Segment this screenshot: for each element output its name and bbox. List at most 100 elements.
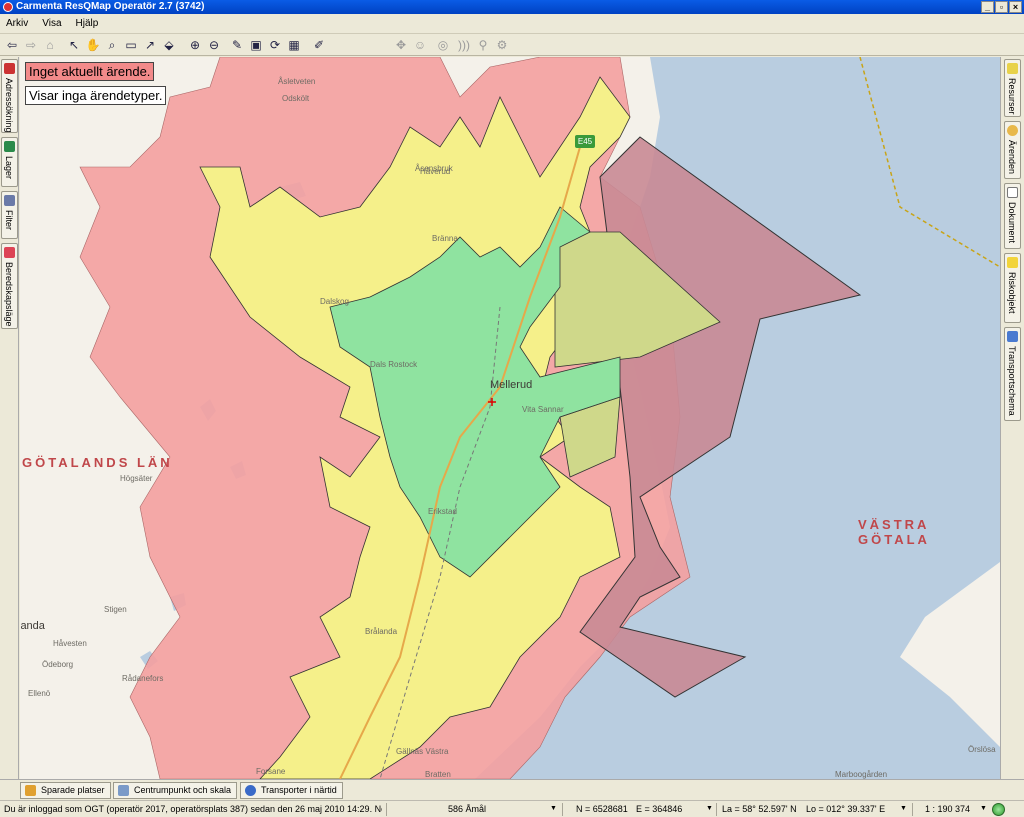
east-coordinate: E = 364846 [636,804,683,814]
north-coordinate: N = 6528681 [576,804,628,814]
municipality-field[interactable]: 586 Åmål [448,801,548,817]
separator [386,803,387,816]
tab-label: Transporter i närtid [261,785,337,795]
no-case-types-notice: Visar inga ärendetyper. [25,86,167,105]
place-label: Marboogården [835,770,888,779]
person-locate-icon[interactable]: ☺ [411,36,429,54]
window-title: Carmenta ResQMap Operatör 2.7 (3742) [16,1,205,12]
resource-settings-icon[interactable]: ⚙ [493,36,511,54]
place-label: Dalskog [320,297,349,306]
signal-icon[interactable]: ◎ [434,36,452,54]
place-label: Stigen [104,605,127,614]
tab-label: Dokument [1007,202,1017,244]
tab-label: Ärenden [1007,140,1017,175]
document-icon [1007,187,1018,198]
tab-label: Filter [4,210,14,230]
tab-transporter-i-nartid[interactable]: Transporter i närtid [240,782,343,799]
tab-filter[interactable]: Filter [1,191,18,239]
map-view[interactable]: Inget aktuellt ärende. Visar inga ärende… [20,57,1000,779]
forward-arrow-icon[interactable]: ⇨ [22,36,40,54]
filter-icon [4,195,15,206]
town-label-center: Mellerud [490,379,533,391]
zoom-in-icon[interactable]: ⊕ [186,36,204,54]
menu-visa[interactable]: Visa [42,18,61,29]
chevron-down-icon[interactable]: ▼ [706,801,713,817]
place-label: Forsane [256,767,286,776]
refresh-map-icon[interactable]: ⟳ [266,36,284,54]
chevron-down-icon[interactable]: ▼ [550,801,557,817]
tab-label: Riskobjekt [1007,272,1017,314]
zoom-out-icon[interactable]: ⊖ [205,36,223,54]
tab-dokument[interactable]: Dokument [1004,183,1021,249]
eraser-icon[interactable]: ✐ [310,36,328,54]
close-button[interactable]: × [1009,1,1022,13]
place-label: Håvesten [53,639,87,648]
tab-adressokning[interactable]: Adressökning [1,59,18,133]
zoom-box-icon[interactable]: ⌕ [103,36,121,54]
chevron-down-icon[interactable]: ▼ [980,801,987,817]
map-scale[interactable]: 1 : 190 374 [925,801,970,817]
menu-arkiv[interactable]: Arkiv [6,18,28,29]
binoculars-icon [4,63,15,74]
warning-icon [1007,257,1018,268]
map-layout-icon[interactable]: ▦ [285,36,303,54]
title-bar: Carmenta ResQMap Operatör 2.7 (3742) _ ▫… [0,0,1024,14]
tab-label: Sparade platser [41,785,105,795]
select-pointer-icon[interactable]: ↖ [65,36,83,54]
draw-pen-icon[interactable]: ✎ [228,36,246,54]
place-label: Håverud [420,167,451,176]
tab-arenden[interactable]: Ärenden [1004,121,1021,179]
restore-button[interactable]: ▫ [995,1,1008,13]
separator [562,803,563,816]
place-label: Högsäter [120,474,153,483]
tab-beredskapslage[interactable]: Beredskapsläge [1,243,18,329]
home-icon[interactable]: ⌂ [41,36,59,54]
bottom-tab-bar: Sparade platser Centrumpunkt och skala T… [0,779,1024,800]
place-label: Brålanda [365,627,398,636]
pan-hand-icon[interactable]: ✋ [84,36,102,54]
place-label: Rådanefors [122,674,164,683]
tab-lager[interactable]: Lager [1,137,18,187]
signal-waves-icon[interactable]: ))) [455,36,473,54]
place-label: Bränna [432,234,458,243]
tab-sparade-platser[interactable]: Sparade platser [20,782,111,799]
place-label: landa [20,620,45,632]
menu-bar: Arkiv Visa Hjälp [0,14,1024,34]
tab-label: Resurser [1007,78,1017,115]
tab-label: Beredskapsläge [4,262,14,327]
latitude: La = 58° 52.597' N [722,804,797,814]
map-marker-icon[interactable]: ⬙ [160,36,178,54]
resources-icon [1007,63,1018,74]
road-badge: E45 [575,135,595,148]
separator [912,803,913,816]
route-icon[interactable]: ↗ [141,36,159,54]
gps-locate-icon[interactable]: ✥ [392,36,410,54]
region-label-right: VÄSTRA GÖTALA [858,517,930,547]
place-label: Ellenö [28,689,51,698]
toolbar: ⇦ ⇨ ⌂ ↖ ✋ ⌕ ▭ ↗ ⬙ ⊕ ⊖ ✎ ▣ ⟳ ▦ ✐ ✥ ☺ ◎ ))… [0,34,1024,56]
place-label: Erikstad [428,507,457,516]
tab-transportschema[interactable]: Transportschema [1004,327,1021,421]
tab-resurser[interactable]: Resurser [1004,59,1021,117]
chevron-down-icon[interactable]: ▼ [900,801,907,817]
place-label: Åsletveten [278,77,316,86]
place-label: Örslösa [968,745,996,754]
separator [716,803,717,816]
measure-ruler-icon[interactable]: ▭ [122,36,140,54]
tab-riskobjekt[interactable]: Riskobjekt [1004,253,1021,323]
saved-places-icon [25,785,36,796]
place-label: Dals Rostock [370,360,418,369]
map-extent-icon[interactable]: ▣ [247,36,265,54]
minimize-button[interactable]: _ [981,1,994,13]
tab-label: Adressökning [4,78,14,133]
region-label-left: GÖTALANDS LÄN [22,455,173,470]
map-canvas[interactable] [20,57,1000,779]
tab-centrumpunkt-och-skala[interactable]: Centrumpunkt och skala [113,782,238,799]
resource-search-icon[interactable]: ⚲ [474,36,492,54]
app-icon [3,2,13,12]
back-arrow-icon[interactable]: ⇦ [3,36,21,54]
place-label: Gällnäs Västra [396,747,449,756]
info-icon [245,785,256,796]
menu-hjalp[interactable]: Hjälp [76,18,99,29]
place-label: Odskölt [282,94,310,103]
